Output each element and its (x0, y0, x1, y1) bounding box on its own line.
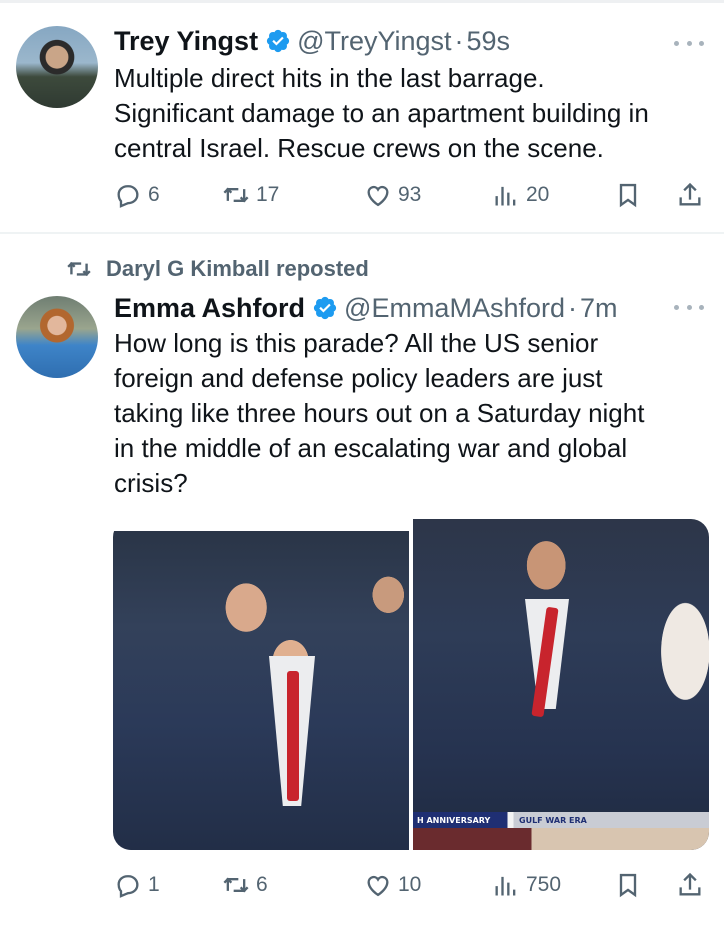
broadcast-ticker: H ANNIVERSARY GULF WAR ERA (413, 812, 709, 828)
repost-icon (223, 877, 249, 893)
reply-button[interactable]: 6 (114, 178, 160, 212)
more-icon[interactable] (674, 38, 704, 48)
tweet-media[interactable]: H ANNIVERSARY GULF WAR ERA (113, 519, 709, 850)
reply-count: 6 (148, 183, 160, 206)
separator-dot: · (454, 26, 464, 56)
reply-button[interactable]: 1 (114, 868, 160, 902)
author-handle[interactable]: @TreyYingst (297, 26, 451, 57)
tie-shape (287, 671, 299, 801)
timestamp[interactable]: 7m (580, 293, 618, 324)
author-name[interactable]: Emma Ashford (114, 293, 305, 324)
share-icon (679, 872, 701, 896)
tweet-actions: 1 6 10 750 (114, 868, 710, 902)
views-icon (495, 876, 516, 896)
tweet-text: Multiple direct hits in the last barrage… (114, 63, 649, 163)
reposted-by: Daryl G Kimball reposted (106, 256, 369, 281)
tweet-actions: 6 17 93 20 (114, 178, 710, 212)
broadcast-stripe (413, 828, 709, 850)
views-button[interactable]: 750 (492, 868, 561, 902)
separator-dot: · (568, 293, 577, 323)
more-icon[interactable] (674, 302, 704, 312)
author-name[interactable]: Trey Yingst (114, 26, 258, 57)
share-button[interactable] (676, 868, 704, 902)
bookmark-icon (619, 873, 637, 898)
media-photo-left[interactable] (113, 531, 409, 850)
tweet-header: Trey Yingst @TreyYingst · 59s (114, 24, 510, 57)
bookmark-button[interactable] (614, 178, 642, 212)
like-count: 93 (398, 183, 422, 206)
like-button[interactable]: 93 (364, 178, 421, 212)
repost-count: 17 (256, 183, 280, 206)
repost-icon (67, 261, 91, 277)
share-icon (679, 182, 701, 206)
reply-icon (117, 185, 139, 208)
views-button[interactable]: 20 (492, 178, 549, 212)
repost-icon (223, 187, 249, 203)
verified-badge-icon (266, 29, 290, 53)
ticker-right-text: GULF WAR ERA (519, 815, 587, 825)
repost-count: 6 (256, 873, 268, 896)
bookmark-button[interactable] (614, 868, 642, 902)
tweet-text: How long is this parade? All the US seni… (114, 328, 645, 498)
tweet-header: Emma Ashford @EmmaMAshford · 7m (114, 291, 618, 324)
tweet-trey-yingst[interactable]: Trey Yingst @TreyYingst · 59s Multiple d… (0, 4, 724, 234)
like-button[interactable]: 10 (364, 868, 421, 902)
top-divider (0, 0, 724, 3)
verified-badge-icon (313, 296, 337, 320)
avatar[interactable] (16, 296, 98, 378)
views-count: 750 (526, 873, 562, 896)
views-icon (495, 186, 516, 206)
repost-context[interactable]: Daryl G Kimball reposted (66, 256, 369, 282)
avatar[interactable] (16, 26, 98, 108)
like-count: 10 (398, 873, 422, 896)
media-photo-right[interactable]: H ANNIVERSARY GULF WAR ERA (413, 519, 709, 850)
views-count: 20 (526, 183, 550, 206)
timestamp[interactable]: 59s (467, 26, 511, 57)
like-icon (367, 875, 389, 897)
author-handle[interactable]: @EmmaMAshford (344, 293, 565, 324)
like-icon (367, 185, 389, 207)
repost-button[interactable]: 6 (222, 868, 268, 902)
reply-icon (117, 875, 139, 898)
bookmark-icon (619, 183, 637, 208)
share-button[interactable] (676, 178, 704, 212)
reply-count: 1 (148, 873, 160, 896)
ticker-left-text: H ANNIVERSARY (417, 815, 491, 825)
repost-button[interactable]: 17 (222, 178, 279, 212)
